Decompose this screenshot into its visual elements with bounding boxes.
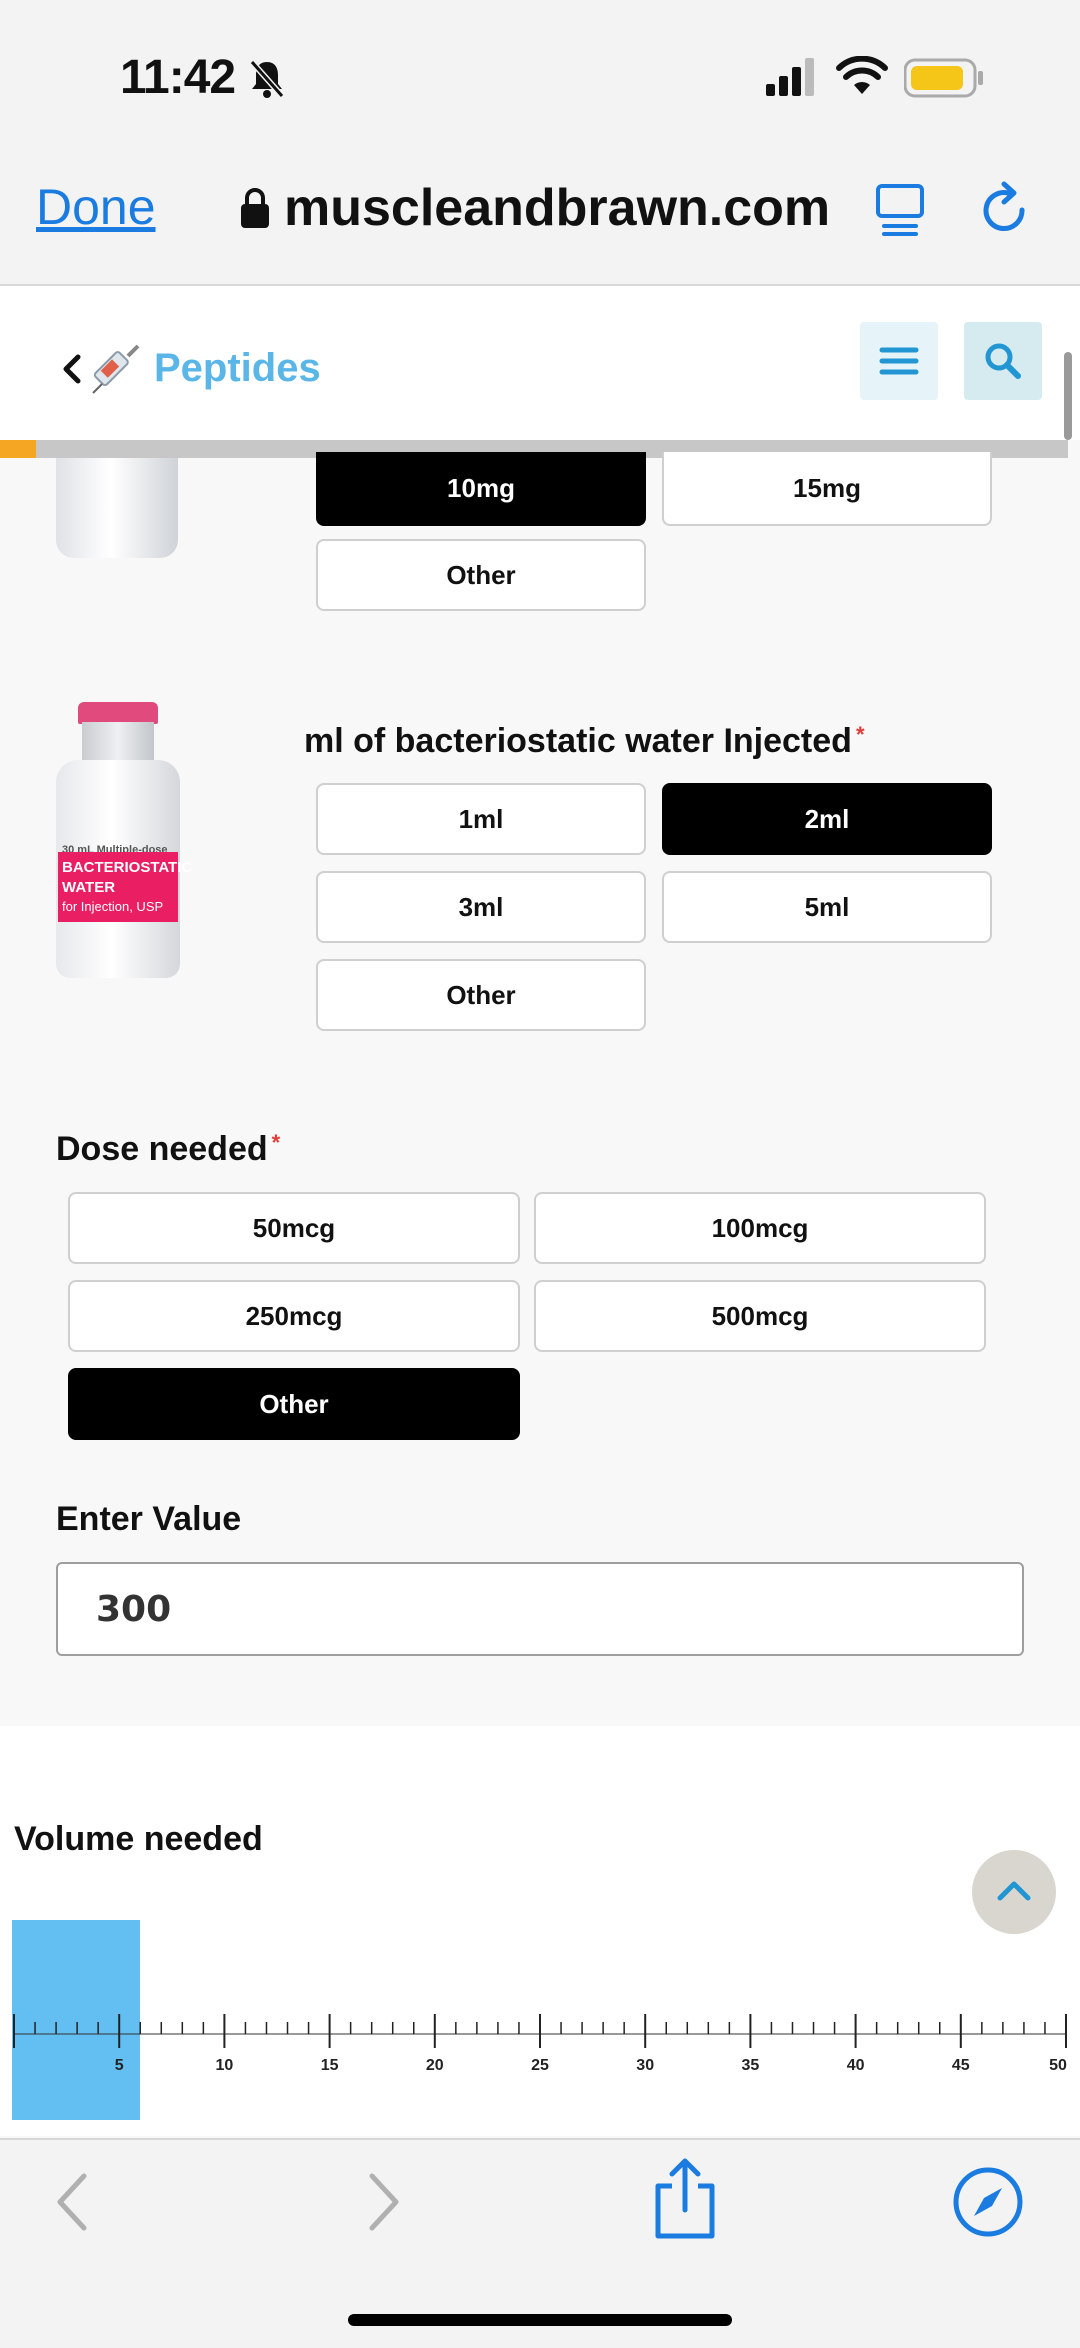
scroll-to-top-button[interactable]: [972, 1850, 1056, 1934]
water-vial-cap: [78, 702, 158, 724]
dose-option-100mcg[interactable]: 100mcg: [534, 1192, 986, 1264]
wifi-icon: [836, 56, 888, 94]
scrollbar[interactable]: [1064, 352, 1072, 440]
syringe-icon: [92, 344, 140, 394]
lock-icon: [241, 188, 269, 228]
battery-icon: [904, 58, 983, 98]
compass-icon[interactable]: [952, 2166, 1024, 2238]
peptide-option-other[interactable]: Other: [316, 539, 646, 611]
required-marker: *: [855, 722, 865, 747]
share-icon[interactable]: [650, 2156, 720, 2242]
scale-label: 30: [636, 2057, 654, 2074]
peptide-option-10mg[interactable]: 10mg: [316, 452, 646, 526]
back-chevron-icon[interactable]: [60, 354, 84, 384]
peptide-vial-image: [56, 458, 178, 558]
scale-label: 20: [426, 2057, 444, 2074]
dose-option-500mcg[interactable]: 500mcg: [534, 1280, 986, 1352]
scale-label: 5: [115, 2057, 124, 2074]
water-option-other[interactable]: Other: [316, 959, 646, 1031]
silent-bell-icon: [249, 60, 285, 98]
water-option-2ml[interactable]: 2ml: [662, 783, 992, 855]
vial-text-water: WATER: [62, 879, 116, 896]
reader-mode-icon[interactable]: [874, 182, 926, 238]
dose-option-50mcg[interactable]: 50mcg: [68, 1192, 520, 1264]
enter-value-label: Enter Value: [56, 1500, 242, 1538]
dose-option-250mcg[interactable]: 250mcg: [68, 1280, 520, 1352]
done-button[interactable]: Done: [36, 178, 156, 236]
water-option-1ml[interactable]: 1ml: [316, 783, 646, 855]
scale-label: 35: [742, 2057, 760, 2074]
syringe-scale: 5 10 15 20 25 30 35 40 45 50: [13, 2014, 1067, 2074]
water-field-label: ml of bacteriostatic water Injected *: [304, 722, 865, 760]
vial-text-brand: BACTERIOSTATIC: [62, 859, 193, 876]
scale-label: 10: [216, 2057, 234, 2074]
hamburger-icon: [879, 347, 919, 375]
vial-text-usp: for Injection, USP: [62, 899, 164, 914]
site-title: Peptides: [154, 346, 321, 390]
required-marker: *: [271, 1130, 281, 1155]
dose-option-other[interactable]: Other: [68, 1368, 520, 1440]
dose-value-input[interactable]: [56, 1562, 1024, 1656]
url-field[interactable]: muscleandbrawn.com: [284, 178, 830, 238]
menu-button[interactable]: [860, 322, 938, 400]
reload-icon[interactable]: [978, 180, 1032, 240]
search-button[interactable]: [964, 322, 1042, 400]
forward-icon[interactable]: [364, 2172, 404, 2232]
scale-label: 40: [847, 2057, 865, 2074]
dose-field-label: Dose needed *: [56, 1130, 281, 1168]
peptide-option-15mg[interactable]: 15mg: [662, 452, 992, 526]
scale-label: 50: [1049, 2057, 1067, 2074]
status-time: 11:42: [120, 51, 236, 104]
volume-label: Volume needed: [14, 1820, 263, 1858]
home-indicator: [348, 2314, 732, 2326]
water-option-5ml[interactable]: 5ml: [662, 871, 992, 943]
water-vial-neck: [82, 722, 154, 762]
back-icon[interactable]: [52, 2172, 92, 2232]
scale-label: 25: [531, 2057, 549, 2074]
chevron-up-icon: [997, 1881, 1031, 1901]
scale-label: 15: [321, 2057, 339, 2074]
water-option-3ml[interactable]: 3ml: [316, 871, 646, 943]
scale-label: 45: [952, 2057, 970, 2074]
reading-progress-fill: [0, 440, 36, 458]
signal-icon: [766, 58, 814, 96]
search-icon: [985, 343, 1021, 379]
